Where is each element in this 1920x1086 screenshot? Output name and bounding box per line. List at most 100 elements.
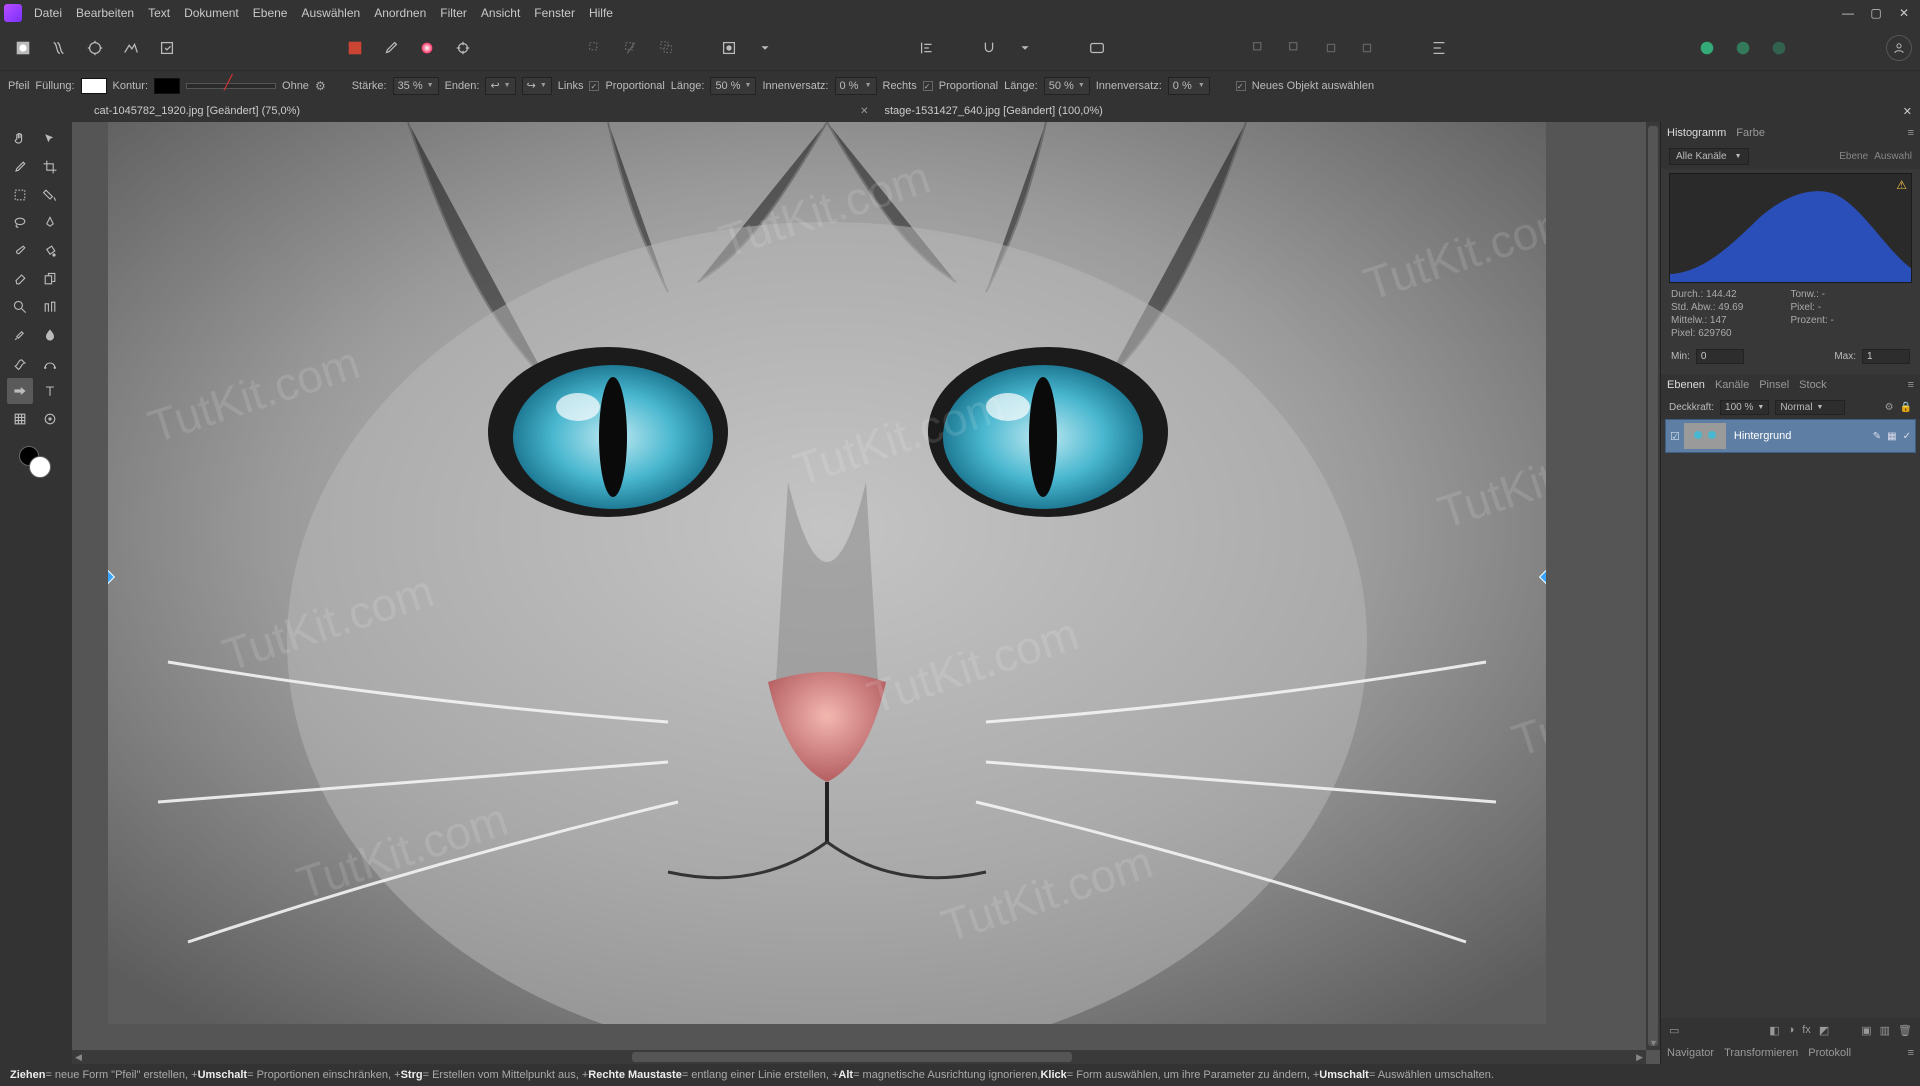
left-proportional-checkbox[interactable]: [589, 81, 599, 91]
brush-tool-icon[interactable]: [7, 238, 33, 264]
panel-menu-icon[interactable]: ≡: [1908, 379, 1914, 391]
persona-liquify-icon[interactable]: [44, 33, 74, 63]
panel-menu-icon[interactable]: ≡: [1908, 1047, 1914, 1059]
tab-layers[interactable]: Ebenen: [1667, 379, 1705, 391]
persona-tone-icon[interactable]: [116, 33, 146, 63]
right-inset-dropdown[interactable]: 0 %▼: [1168, 77, 1210, 95]
fill-swatch[interactable]: [81, 78, 107, 94]
align-left-icon[interactable]: [912, 33, 942, 63]
crop-tool-icon[interactable]: [37, 154, 63, 180]
end-right-dropdown[interactable]: ↪▼: [522, 77, 552, 95]
tab-history[interactable]: Protokoll: [1808, 1047, 1851, 1059]
tab-transform[interactable]: Transformieren: [1724, 1047, 1798, 1059]
target-tool-icon[interactable]: [37, 406, 63, 432]
selection-add-icon[interactable]: [580, 33, 610, 63]
help-icon[interactable]: [1728, 33, 1758, 63]
vector-tool-icon[interactable]: [37, 350, 63, 376]
scroll-right-icon[interactable]: ▶: [1636, 1052, 1643, 1063]
stroke-swatch[interactable]: [154, 78, 180, 94]
tab-channels[interactable]: Kanäle: [1715, 379, 1749, 391]
vertical-scrollbar[interactable]: ▲ ▼: [1646, 122, 1660, 1050]
add-mask-icon[interactable]: ◩: [1819, 1024, 1829, 1037]
zoom-tool-icon[interactable]: [7, 294, 33, 320]
arrange-front-icon[interactable]: [1352, 33, 1382, 63]
left-inset-dropdown[interactable]: 0 %▼: [835, 77, 877, 95]
new-select-checkbox[interactable]: [1236, 81, 1246, 91]
layer-visibility-icon[interactable]: ☑: [1670, 430, 1680, 443]
strength-dropdown[interactable]: 35 %▼: [393, 77, 439, 95]
selection-subtract-icon[interactable]: [616, 33, 646, 63]
delete-layer-icon[interactable]: 🗑: [1898, 1024, 1912, 1037]
pen-tool-icon[interactable]: [37, 210, 63, 236]
panel-menu-icon[interactable]: ≡: [1908, 127, 1914, 139]
fill-tool-icon[interactable]: [37, 238, 63, 264]
menu-dokument[interactable]: Dokument: [184, 6, 239, 20]
healing-tool-icon[interactable]: [7, 322, 33, 348]
align-distribute-icon[interactable]: [1424, 33, 1454, 63]
end-left-dropdown[interactable]: ↩▼: [485, 77, 515, 95]
menu-bearbeiten[interactable]: Bearbeiten: [76, 6, 134, 20]
scrollbar-thumb[interactable]: [632, 1052, 1072, 1062]
histogram-layer-button[interactable]: Ebene: [1839, 151, 1868, 162]
add-adjustment-icon[interactable]: ◧: [1769, 1024, 1779, 1037]
add-fx-icon[interactable]: fx: [1802, 1024, 1811, 1036]
menu-text[interactable]: Text: [148, 6, 170, 20]
tab-brushes[interactable]: Pinsel: [1759, 379, 1789, 391]
min-input[interactable]: [1696, 349, 1744, 364]
menu-hilfe[interactable]: Hilfe: [589, 6, 613, 20]
arrange-back-icon[interactable]: [1244, 33, 1274, 63]
link-icon[interactable]: ▦: [1887, 431, 1896, 442]
document-tab[interactable]: cat-1045782_1920.jpg [Geändert] (75,0%) …: [86, 100, 876, 122]
gear-icon[interactable]: ⚙: [315, 79, 326, 93]
right-length-dropdown[interactable]: 50 %▼: [1044, 77, 1090, 95]
dropdown-caret-icon[interactable]: [1010, 33, 1040, 63]
selection-intersect-icon[interactable]: [652, 33, 682, 63]
group-layer-icon[interactable]: ▥: [1880, 1024, 1890, 1037]
dodge-tool-icon[interactable]: [7, 350, 33, 376]
document-canvas[interactable]: TutKit.comTutKit.comTutKit.com TutKit.co…: [108, 122, 1546, 1024]
profile-icon[interactable]: [1886, 35, 1912, 61]
text-tool-icon[interactable]: [37, 378, 63, 404]
window-minimize-button[interactable]: —: [1836, 4, 1860, 22]
add-layer-icon[interactable]: ▣: [1861, 1024, 1871, 1037]
stroke-style-slider[interactable]: ╱: [186, 83, 276, 89]
color-wheel-icon[interactable]: [412, 33, 442, 63]
tab-histogram[interactable]: Histogramm: [1667, 127, 1726, 139]
left-length-dropdown[interactable]: 50 %▼: [710, 77, 756, 95]
smudge-tool-icon[interactable]: [37, 322, 63, 348]
arrow-shape-tool-icon[interactable]: [7, 378, 33, 404]
gradient-tool-icon[interactable]: [37, 294, 63, 320]
color-picker-tool-icon[interactable]: [7, 154, 33, 180]
selection-brush-icon[interactable]: [7, 182, 33, 208]
lock-icon[interactable]: 🔒: [1900, 402, 1912, 413]
right-proportional-checkbox[interactable]: [923, 81, 933, 91]
close-icon[interactable]: ✕: [1903, 105, 1912, 118]
arrange-backward-icon[interactable]: [1280, 33, 1310, 63]
window-maximize-button[interactable]: ▢: [1864, 4, 1888, 22]
tab-stock[interactable]: Stock: [1799, 379, 1827, 391]
flood-select-icon[interactable]: [37, 182, 63, 208]
menu-ansicht[interactable]: Ansicht: [481, 6, 520, 20]
channel-dropdown[interactable]: Alle Kanäle▼: [1669, 148, 1749, 165]
opacity-dropdown[interactable]: 100 %▼: [1720, 400, 1769, 415]
arrange-forward-icon[interactable]: [1316, 33, 1346, 63]
tab-color[interactable]: Farbe: [1736, 127, 1765, 139]
max-input[interactable]: [1862, 349, 1910, 364]
hand-tool-icon[interactable]: [7, 126, 33, 152]
scroll-down-icon[interactable]: ▼: [1649, 1038, 1658, 1048]
visible-icon[interactable]: ✓: [1903, 431, 1911, 442]
color-swap[interactable]: [19, 446, 53, 480]
crosshair-icon[interactable]: [448, 33, 478, 63]
persona-export-icon[interactable]: [152, 33, 182, 63]
lasso-tool-icon[interactable]: [7, 210, 33, 236]
tab-navigator[interactable]: Navigator: [1667, 1047, 1714, 1059]
menu-datei[interactable]: Datei: [34, 6, 62, 20]
menu-filter[interactable]: Filter: [440, 6, 467, 20]
close-icon[interactable]: ✕: [860, 106, 868, 117]
scroll-left-icon[interactable]: ◀: [75, 1052, 82, 1063]
preview-icon[interactable]: [1082, 33, 1112, 63]
autoselect-icon[interactable]: [340, 33, 370, 63]
horizontal-scrollbar[interactable]: ◀ ▶: [72, 1050, 1646, 1064]
persona-develop-icon[interactable]: [80, 33, 110, 63]
layer-mask-icon[interactable]: ▭: [1669, 1024, 1679, 1037]
